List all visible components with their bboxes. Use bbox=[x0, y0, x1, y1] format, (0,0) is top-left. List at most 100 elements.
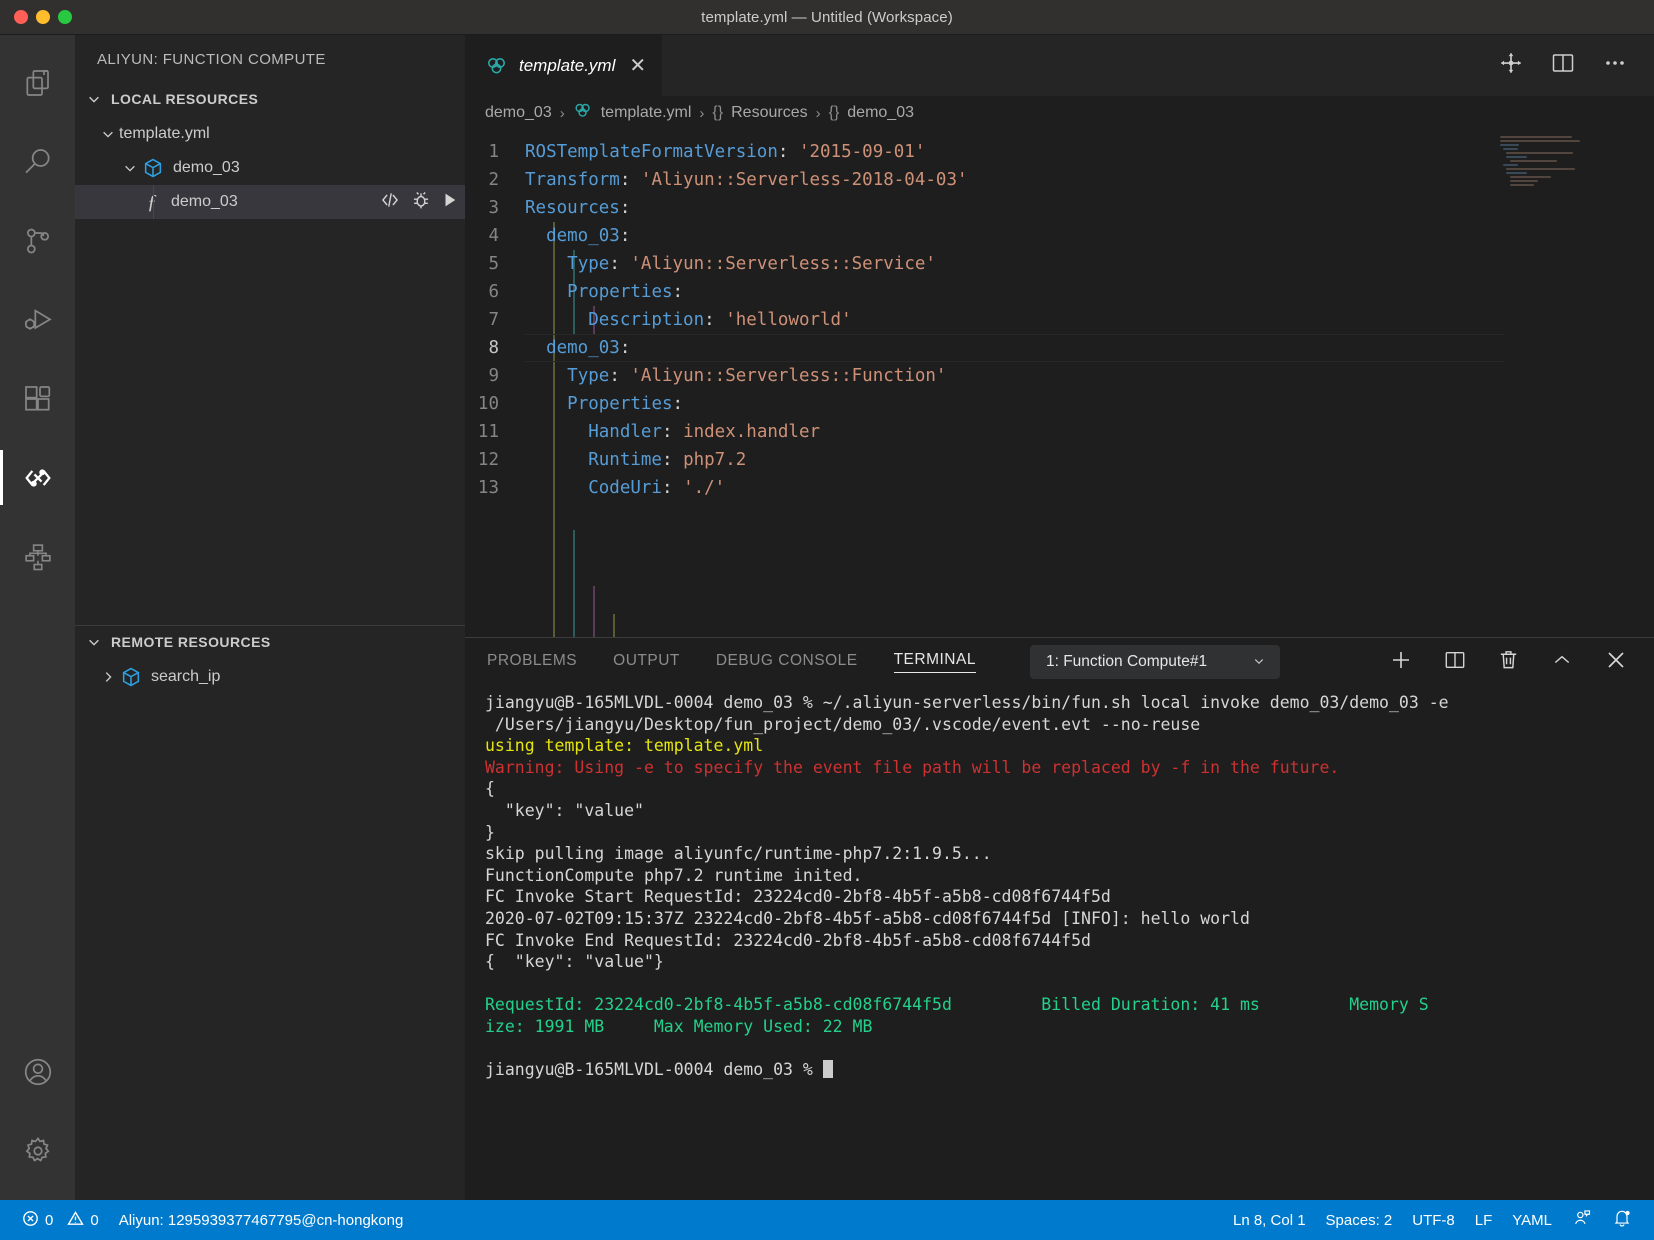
tab-template-yml[interactable]: template.yml ✕ bbox=[465, 35, 664, 96]
close-icon[interactable]: ✕ bbox=[629, 56, 646, 76]
code-line[interactable]: 8 demo_03: bbox=[465, 334, 1654, 362]
activity-item-settings[interactable] bbox=[0, 1111, 75, 1190]
status-feedback[interactable] bbox=[1562, 1208, 1602, 1232]
code-line[interactable]: 4 demo_03: bbox=[465, 222, 1654, 250]
terminal-line: "key": "value" bbox=[485, 800, 644, 820]
close-panel-icon[interactable] bbox=[1604, 648, 1628, 677]
bell-dot-icon bbox=[1612, 1208, 1632, 1232]
split-terminal-icon[interactable] bbox=[1443, 649, 1467, 676]
code-text: Transform: 'Aliyun::Serverless-2018-04-0… bbox=[525, 170, 968, 190]
status-language-mode[interactable]: YAML bbox=[1502, 1212, 1562, 1229]
tree-item-function-demo-03[interactable]: ƒ demo_03 bbox=[75, 185, 465, 219]
local-resources-tree: template.yml demo_03 ƒ demo_03 bbox=[75, 115, 465, 219]
local-resources-header[interactable]: LOCAL RESOURCES bbox=[75, 83, 465, 115]
terminal-line: } bbox=[485, 822, 495, 842]
code-line[interactable]: 13 CodeUri: './' bbox=[465, 474, 1654, 502]
tree-indent-guide bbox=[153, 185, 154, 219]
chevron-down-icon bbox=[83, 631, 105, 653]
minimap[interactable] bbox=[1500, 136, 1628, 196]
terminal-line: /Users/jiangyu/Desktop/fun_project/demo_… bbox=[485, 714, 1201, 734]
tab-problems[interactable]: PROBLEMS bbox=[487, 652, 577, 673]
activity-item-source-control[interactable] bbox=[0, 201, 75, 280]
panel-header: PROBLEMS OUTPUT DEBUG CONSOLE TERMINAL 1… bbox=[465, 638, 1654, 686]
code-icon[interactable] bbox=[379, 190, 401, 215]
line-number: 4 bbox=[488, 226, 499, 246]
activity-item-accounts[interactable] bbox=[0, 1032, 75, 1111]
minimap-line bbox=[1506, 168, 1575, 170]
code-line[interactable]: 6 Properties: bbox=[465, 278, 1654, 306]
local-resources-label: LOCAL RESOURCES bbox=[111, 91, 259, 107]
terminal-line: ize: 1991 MB Max Memory Used: 22 MB bbox=[485, 1016, 873, 1036]
tree-item-actions bbox=[379, 190, 459, 215]
breadcrumb-item-resources[interactable]: Resources bbox=[731, 104, 807, 122]
chevron-right-icon[interactable] bbox=[97, 666, 119, 688]
status-eol[interactable]: LF bbox=[1465, 1212, 1503, 1229]
more-actions-icon[interactable] bbox=[1602, 51, 1628, 80]
terminal-output[interactable]: jiangyu@B-165MLVDL-0004 demo_03 % ~/.ali… bbox=[465, 686, 1654, 1200]
status-cursor-position[interactable]: Ln 8, Col 1 bbox=[1223, 1212, 1316, 1229]
line-number: 11 bbox=[477, 422, 499, 442]
workbench-body: ALIYUN: FUNCTION COMPUTE LOCAL RESOURCES… bbox=[0, 35, 1654, 1200]
terminal-selector[interactable]: 1: Function Compute#1 bbox=[1029, 645, 1280, 679]
activity-item-search[interactable] bbox=[0, 122, 75, 201]
activity-item-extensions[interactable] bbox=[0, 359, 75, 438]
chevron-down-icon[interactable] bbox=[119, 157, 141, 179]
status-notifications[interactable] bbox=[1602, 1208, 1642, 1232]
warning-count: 0 bbox=[90, 1211, 99, 1229]
code-text: Description: 'helloworld' bbox=[588, 310, 852, 330]
chevron-down-icon bbox=[1251, 655, 1267, 670]
breadcrumb: demo_03 › template.yml › {} Resources › … bbox=[465, 96, 1654, 130]
play-icon[interactable] bbox=[441, 190, 459, 215]
bug-icon[interactable] bbox=[411, 190, 431, 215]
split-layout-icon[interactable] bbox=[1498, 50, 1524, 81]
code-text: Type: 'Aliyun::Serverless::Service' bbox=[567, 254, 936, 274]
editor-tab-actions bbox=[1498, 35, 1654, 96]
minimap-line bbox=[1500, 136, 1573, 138]
tree-item-search-ip[interactable]: search_ip bbox=[75, 660, 465, 694]
code-editor[interactable]: 1 ROSTemplateFormatVersion: '2015-09-01' 2… bbox=[465, 130, 1654, 637]
tab-output[interactable]: OUTPUT bbox=[613, 652, 680, 673]
tree-item-template-yml[interactable]: template.yml bbox=[75, 117, 465, 151]
remote-resources-header[interactable]: REMOTE RESOURCES bbox=[75, 626, 465, 658]
kill-terminal-icon[interactable] bbox=[1497, 648, 1520, 676]
status-indentation[interactable]: Spaces: 2 bbox=[1316, 1212, 1403, 1229]
status-account[interactable]: Aliyun: 1295939377467795@cn-hongkong bbox=[109, 1200, 414, 1240]
chevron-down-icon[interactable] bbox=[97, 123, 119, 145]
code-text: CodeUri: './' bbox=[588, 478, 726, 498]
breadcrumb-item-symbol[interactable]: demo_03 bbox=[847, 104, 914, 122]
editor-region: template.yml ✕ demo_03 › template.yml › … bbox=[465, 35, 1654, 1200]
line-number: 7 bbox=[488, 310, 499, 330]
status-encoding[interactable]: UTF-8 bbox=[1402, 1212, 1465, 1229]
editor-scrollbar[interactable] bbox=[1640, 130, 1654, 637]
line-number: 3 bbox=[488, 198, 499, 218]
breadcrumb-item-file[interactable]: template.yml bbox=[601, 104, 692, 122]
minimap-line bbox=[1500, 144, 1519, 146]
code-line[interactable]: 11 Handler: index.handler bbox=[465, 418, 1654, 446]
split-editor-icon[interactable] bbox=[1550, 51, 1576, 80]
activity-item-run-and-debug[interactable] bbox=[0, 280, 75, 359]
remote-resources-section: REMOTE RESOURCES search_ip bbox=[75, 626, 465, 1200]
minimap-line bbox=[1503, 164, 1519, 166]
code-line[interactable]: 7 Description: 'helloworld' bbox=[465, 306, 1654, 334]
code-line[interactable]: 12 Runtime: php7.2 bbox=[465, 446, 1654, 474]
code-line[interactable]: 2 Transform: 'Aliyun::Serverless-2018-04-… bbox=[465, 166, 1654, 194]
yaml-cloud-icon bbox=[485, 56, 509, 76]
maximize-panel-icon[interactable] bbox=[1550, 650, 1574, 675]
tree-item-label: demo_03 bbox=[171, 193, 238, 210]
breadcrumb-item-folder[interactable]: demo_03 bbox=[485, 104, 552, 122]
new-terminal-icon[interactable] bbox=[1389, 648, 1413, 677]
code-line[interactable]: 10 Properties: bbox=[465, 390, 1654, 418]
tab-terminal[interactable]: TERMINAL bbox=[893, 651, 976, 673]
code-line[interactable]: 5 Type: 'Aliyun::Serverless::Service' bbox=[465, 250, 1654, 278]
activity-item-remote-explorer[interactable] bbox=[0, 517, 75, 596]
code-line[interactable]: 1 ROSTemplateFormatVersion: '2015-09-01' bbox=[465, 138, 1654, 166]
tab-debug-console[interactable]: DEBUG CONSOLE bbox=[716, 652, 858, 673]
account-icon bbox=[22, 1056, 54, 1088]
code-line[interactable]: 3 Resources: bbox=[465, 194, 1654, 222]
code-line[interactable]: 9 Type: 'Aliyun::Serverless::Function' bbox=[465, 362, 1654, 390]
tree-item-service-demo-03[interactable]: demo_03 bbox=[75, 151, 465, 185]
status-problems[interactable]: 0 0 bbox=[12, 1200, 109, 1240]
activity-item-explorer[interactable] bbox=[0, 43, 75, 122]
activity-item-function-compute[interactable] bbox=[0, 438, 75, 517]
